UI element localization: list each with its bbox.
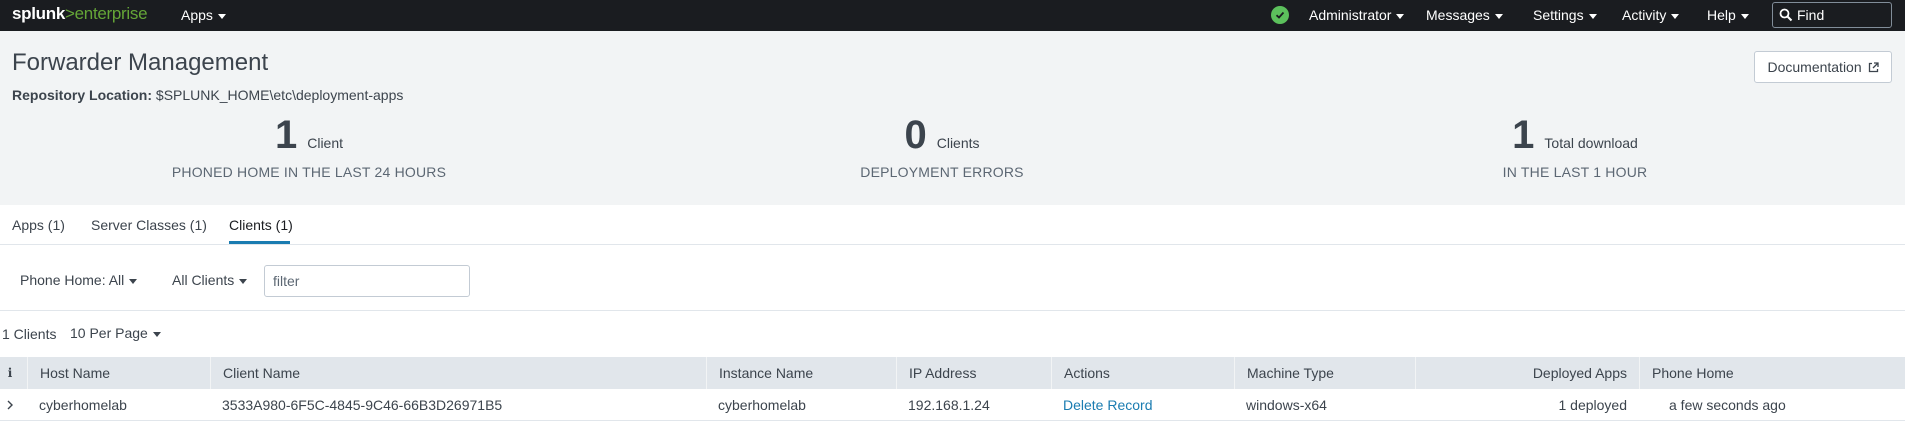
stat-caption: IN THE LAST 1 HOUR [1502, 164, 1648, 180]
chevron-down-icon [1396, 13, 1405, 19]
help-menu-label: Help [1707, 7, 1736, 23]
cell-ip-address: 192.168.1.24 [908, 397, 990, 413]
table-row: cyberhomelab 3533A980-6F5C-4845-9C46-66B… [0, 389, 1905, 421]
column-header-deployed-apps[interactable]: Deployed Apps [1415, 357, 1639, 389]
find-search-box[interactable] [1772, 2, 1892, 28]
activity-menu-label: Activity [1622, 7, 1667, 23]
chevron-down-icon [1494, 13, 1503, 19]
tab-bar: Apps (1) Server Classes (1) Clients (1) [0, 205, 1905, 245]
table-header: i Host Name Client Name Instance Name IP… [0, 357, 1905, 389]
cell-phone-home: a few seconds ago [1669, 397, 1786, 413]
stat-deployment-errors: 0 Clients DEPLOYMENT ERRORS [742, 113, 1142, 180]
page-title: Forwarder Management [12, 49, 269, 76]
stat-clients-phoned-home: 1 Client PHONED HOME IN THE LAST 24 HOURS [109, 113, 509, 180]
stat-unit: Client [307, 135, 344, 151]
column-header-client-name[interactable]: Client Name [210, 357, 706, 389]
repository-location: Repository Location: $SPLUNK_HOME\etc\de… [12, 87, 403, 103]
chevron-down-icon [217, 13, 226, 19]
external-link-icon [1868, 62, 1879, 73]
messages-menu-label: Messages [1426, 7, 1490, 23]
stat-unit: Total download [1544, 135, 1638, 151]
messages-menu[interactable]: Messages [1426, 7, 1503, 23]
user-menu-label: Administrator [1309, 7, 1392, 23]
cell-machine-type: windows-x64 [1246, 397, 1327, 413]
phone-home-dropdown[interactable]: Phone Home: All [20, 272, 138, 288]
column-header-phone-home[interactable]: Phone Home [1639, 357, 1905, 389]
stat-caption: DEPLOYMENT ERRORS [860, 164, 1024, 180]
chevron-right-icon [7, 400, 13, 410]
documentation-button-label: Documentation [1767, 59, 1862, 75]
logo-chevron-text: > [65, 4, 75, 23]
help-menu[interactable]: Help [1707, 7, 1749, 23]
user-menu[interactable]: Administrator [1309, 7, 1405, 23]
tab-server-classes[interactable]: Server Classes (1) [91, 217, 207, 233]
apps-menu-label: Apps [181, 7, 213, 23]
per-page-dropdown-label: 10 Per Page [70, 325, 148, 341]
repository-location-label: Repository Location: [12, 87, 153, 103]
filter-input[interactable] [264, 265, 470, 297]
chevron-down-icon [1671, 13, 1680, 19]
delete-record-link[interactable]: Delete Record [1051, 389, 1234, 421]
column-header-host-name[interactable]: Host Name [27, 357, 210, 389]
logo-enterprise-text: enterprise [74, 4, 148, 23]
chevron-down-icon [239, 278, 248, 284]
health-status-icon[interactable] [1271, 6, 1289, 24]
stat-value: 0 [904, 113, 927, 157]
settings-menu[interactable]: Settings [1533, 7, 1597, 23]
page-header: Forwarder Management Repository Location… [0, 31, 1905, 205]
column-header-machine-type[interactable]: Machine Type [1234, 357, 1415, 389]
phone-home-dropdown-label: Phone Home: All [20, 272, 125, 288]
find-input[interactable] [1797, 6, 1887, 24]
chevron-down-icon [1588, 13, 1597, 19]
top-navigation-bar: splunk>enterprise Apps Administrator Mes… [0, 0, 1905, 31]
tab-apps[interactable]: Apps (1) [12, 217, 65, 233]
repository-location-value: $SPLUNK_HOME\etc\deployment-apps [155, 87, 404, 103]
client-scope-dropdown-label: All Clients [172, 272, 235, 288]
search-icon [1779, 8, 1793, 22]
stat-total-downloads: 1 Total download IN THE LAST 1 HOUR [1375, 113, 1775, 180]
column-header-instance-name[interactable]: Instance Name [706, 357, 896, 389]
cell-deployed-apps: 1 deployed [1558, 397, 1627, 413]
column-header-actions: Actions [1051, 357, 1234, 389]
cell-client-name: 3533A980-6F5C-4845-9C46-66B3D26971B5 [222, 397, 503, 413]
cell-host-name: cyberhomelab [39, 397, 127, 413]
client-scope-dropdown[interactable]: All Clients [172, 272, 248, 288]
chevron-down-icon [1740, 13, 1749, 19]
splunk-logo[interactable]: splunk>enterprise [12, 4, 148, 24]
active-tab-indicator [229, 241, 290, 244]
column-header-ip-address[interactable]: IP Address [896, 357, 1051, 389]
checkmark-icon [1275, 11, 1285, 19]
chevron-down-icon [129, 278, 138, 284]
row-expand-chevron-icon[interactable] [0, 389, 20, 421]
activity-menu[interactable]: Activity [1622, 7, 1680, 23]
filter-bar: Phone Home: All All Clients [0, 245, 1905, 311]
chevron-down-icon [152, 331, 161, 337]
info-icon[interactable]: i [0, 357, 20, 389]
apps-menu[interactable]: Apps [181, 7, 226, 23]
client-count: 1 Clients [2, 326, 57, 342]
logo-splunk-text: splunk [12, 4, 65, 23]
stat-value: 1 [1512, 113, 1535, 157]
cell-instance-name: cyberhomelab [718, 397, 806, 413]
stat-value: 1 [274, 113, 298, 157]
per-page-dropdown[interactable]: 10 Per Page [70, 325, 161, 341]
list-summary-row: 1 Clients 10 Per Page [0, 311, 1905, 357]
settings-menu-label: Settings [1533, 7, 1584, 23]
documentation-button[interactable]: Documentation [1754, 51, 1892, 83]
stat-unit: Clients [936, 135, 980, 151]
tab-clients[interactable]: Clients (1) [229, 217, 293, 233]
stat-caption: PHONED HOME IN THE LAST 24 HOURS [171, 164, 447, 180]
